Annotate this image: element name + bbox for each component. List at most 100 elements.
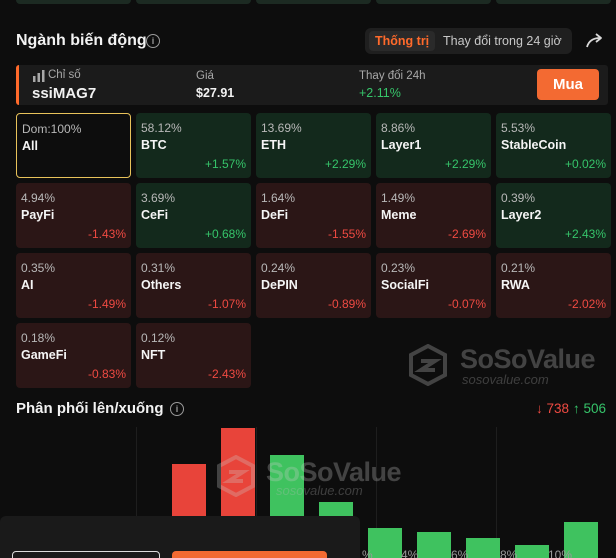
sector-dominance: 0.18% <box>21 331 56 345</box>
sector-name: StableCoin <box>501 138 567 152</box>
sector-tile[interactable]: Dom:100% All <box>16 113 131 178</box>
section-title: Ngành biến động <box>16 32 147 49</box>
sector-change: +0.68% <box>204 227 246 241</box>
index-bar[interactable]: Chỉ số ssiMAG7 Giá $27.91 Thay đổi 24h +… <box>16 65 608 105</box>
distribution-bar <box>368 528 402 558</box>
index-name: ssiMAG7 <box>32 85 97 102</box>
sector-name: BTC <box>141 138 167 152</box>
sector-dominance: 0.24% <box>261 261 296 275</box>
sector-change: -2.43% <box>207 367 246 381</box>
sector-change: +0.02% <box>564 157 606 171</box>
view-toggle: Thống trị Thay đổi trong 24 giờ <box>365 28 572 54</box>
sector-tile[interactable]: 0.39% Layer2 +2.43% <box>496 183 611 248</box>
sector-name: Layer1 <box>381 138 422 152</box>
watermark: SoSoValue sosovalue.com <box>216 455 416 505</box>
sector-name: RWA <box>501 278 530 292</box>
sector-tile[interactable]: 13.69% ETH +2.29% <box>256 113 371 178</box>
sector-tile[interactable]: 0.18% GameFi -0.83% <box>16 323 131 388</box>
previous-tile-edge <box>496 0 611 4</box>
sector-name: NFT <box>141 348 166 362</box>
sector-name: CeFi <box>141 208 169 222</box>
sector-change: -0.07% <box>447 297 486 311</box>
sector-dominance: 58.12% <box>141 121 182 135</box>
sector-dominance: 4.94% <box>21 191 56 205</box>
sector-dominance: Dom:100% <box>22 122 82 136</box>
sosovalue-logo-icon <box>409 344 447 386</box>
sector-tile[interactable]: 4.94% PayFi -1.43% <box>16 183 131 248</box>
x-tick-label: % <box>362 548 373 558</box>
sector-name: Meme <box>381 208 417 222</box>
sosovalue-logo-icon <box>217 455 255 497</box>
sector-tile[interactable]: 0.12% NFT -2.43% <box>136 323 251 388</box>
sector-change: -2.69% <box>447 227 486 241</box>
info-icon[interactable]: i <box>146 34 160 48</box>
watermark-url: sosovalue.com <box>276 483 363 498</box>
sector-dominance: 0.39% <box>501 191 536 205</box>
sector-change: -0.83% <box>87 367 126 381</box>
up-count: ↑ 506 <box>573 401 607 416</box>
sector-dominance: 0.21% <box>501 261 536 275</box>
sector-change: -1.55% <box>327 227 366 241</box>
distribution-bar <box>417 532 451 558</box>
x-tick-label: 8% <box>500 548 518 558</box>
sector-tile[interactable]: 0.35% AI -1.49% <box>16 253 131 318</box>
sector-dominance: 0.23% <box>381 261 416 275</box>
sector-change: +2.43% <box>564 227 606 241</box>
down-count: ↓ 738 <box>536 401 570 416</box>
previous-tile-edge <box>136 0 251 4</box>
sector-dominance: 1.64% <box>261 191 296 205</box>
previous-tile-edge <box>376 0 491 4</box>
sector-tile[interactable]: 0.23% SocialFi -0.07% <box>376 253 491 318</box>
sector-change: +2.29% <box>324 157 366 171</box>
sector-name: ETH <box>261 138 286 152</box>
sector-dominance: 8.86% <box>381 121 416 135</box>
share-icon[interactable] <box>584 30 606 52</box>
sector-dominance: 5.53% <box>501 121 536 135</box>
distribution-bar <box>466 538 500 558</box>
sector-tile[interactable]: 0.24% DePIN -0.89% <box>256 253 371 318</box>
sector-name: Others <box>141 278 182 292</box>
secondary-button[interactable] <box>12 551 160 558</box>
tab-24h-change[interactable]: Thay đổi trong 24 giờ <box>443 31 562 51</box>
sector-change: +2.29% <box>444 157 486 171</box>
bar-chart-icon <box>33 70 45 82</box>
sector-tile[interactable]: 58.12% BTC +1.57% <box>136 113 251 178</box>
distribution-title: Phân phối lên/xuống <box>16 400 164 417</box>
sector-tile[interactable]: 0.21% RWA -2.02% <box>496 253 611 318</box>
sector-name: GameFi <box>21 348 67 362</box>
watermark: SoSoValue sosovalue.com <box>408 344 608 394</box>
sector-dominance: 13.69% <box>261 121 302 135</box>
sector-tile[interactable]: 1.64% DeFi -1.55% <box>256 183 371 248</box>
info-icon[interactable]: i <box>170 402 184 416</box>
previous-section-edge <box>0 0 616 6</box>
watermark-brand: SoSoValue <box>460 344 596 374</box>
previous-tile-edge <box>256 0 371 4</box>
sector-dominance: 0.35% <box>21 261 56 275</box>
sector-tile[interactable]: 8.86% Layer1 +2.29% <box>376 113 491 178</box>
sector-change: +1.57% <box>204 157 246 171</box>
x-tick-label: 10% <box>548 548 573 558</box>
bottom-popup <box>0 516 360 558</box>
primary-button[interactable] <box>172 551 327 558</box>
price-label: Giá <box>196 70 214 82</box>
index-price: $27.91 <box>196 86 235 100</box>
sector-tile[interactable]: 5.53% StableCoin +0.02% <box>496 113 611 178</box>
change-label: Thay đổi 24h <box>359 70 426 82</box>
sector-tile[interactable]: 1.49% Meme -2.69% <box>376 183 491 248</box>
sector-dominance: 0.12% <box>141 331 176 345</box>
x-tick-label: 6% <box>451 548 469 558</box>
sector-name: PayFi <box>21 208 55 222</box>
x-tick-label: 4% <box>401 548 419 558</box>
sector-change: -2.02% <box>567 297 606 311</box>
buy-button[interactable]: Mua <box>537 69 599 100</box>
sector-name: SocialFi <box>381 278 429 292</box>
sector-name: All <box>22 139 38 153</box>
tab-dominance[interactable]: Thống trị <box>369 31 436 51</box>
sector-dominance: 1.49% <box>381 191 416 205</box>
sector-name: DePIN <box>261 278 298 292</box>
sector-tile[interactable]: 0.31% Others -1.07% <box>136 253 251 318</box>
sector-tile[interactable]: 3.69% CeFi +0.68% <box>136 183 251 248</box>
sector-dominance: 3.69% <box>141 191 176 205</box>
index-label: Chỉ số <box>48 69 81 81</box>
sector-change: -1.49% <box>87 297 126 311</box>
